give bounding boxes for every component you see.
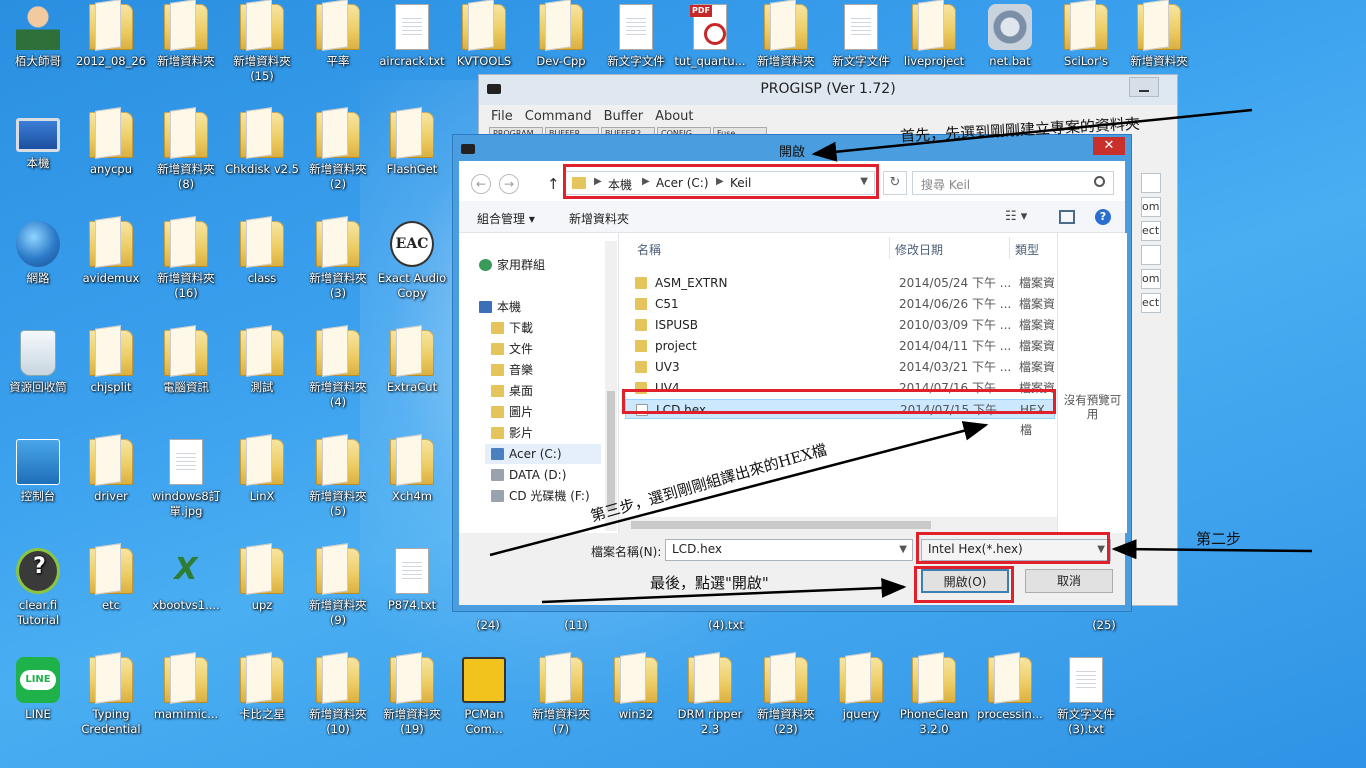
annotation-arrows xyxy=(489,108,1313,604)
arrow-step3 xyxy=(489,421,989,557)
arrow-step2 xyxy=(1111,539,1313,560)
arrow-step4 xyxy=(541,577,907,604)
arrow-step1 xyxy=(811,108,1253,162)
